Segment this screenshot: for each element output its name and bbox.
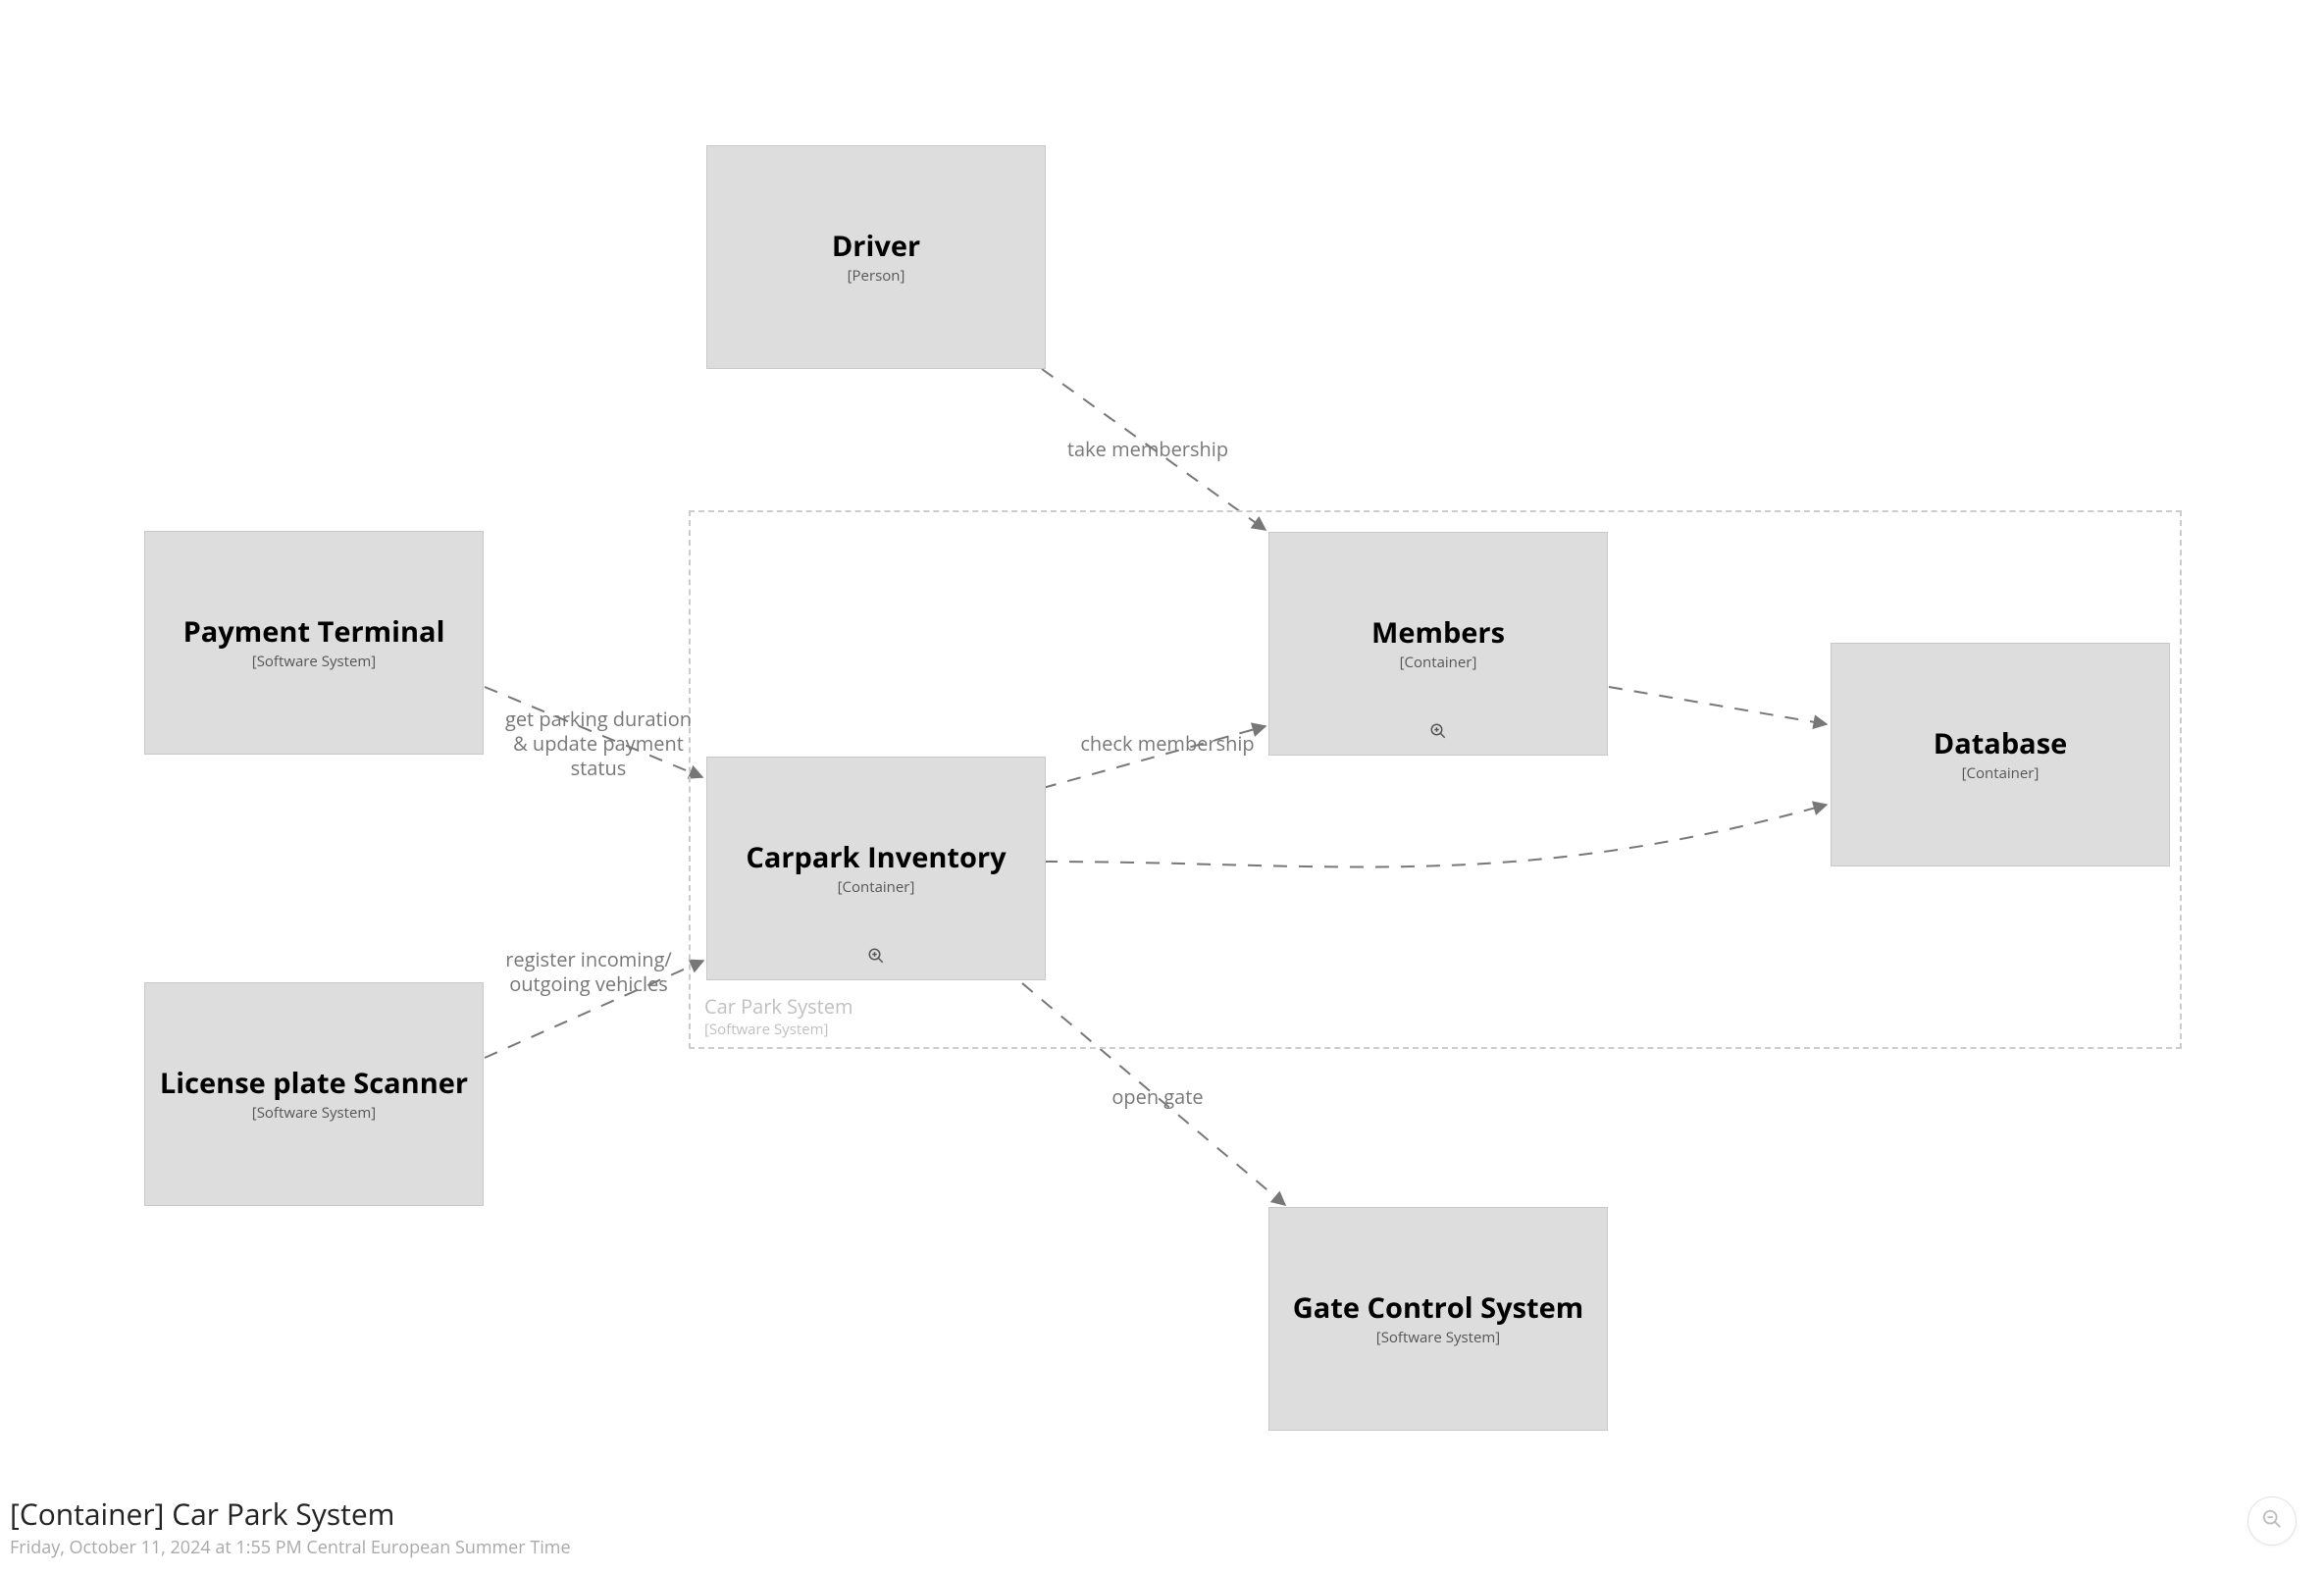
system-boundary-label: Car Park System [Software System] bbox=[704, 993, 853, 1039]
edge-label-open-gate: open gate bbox=[1059, 1084, 1256, 1109]
node-gate-stereo: [Software System] bbox=[1376, 1329, 1500, 1346]
zoom-in-icon[interactable] bbox=[867, 947, 885, 970]
zoom-out-button[interactable] bbox=[2247, 1496, 2297, 1546]
edge-label-take-membership: take membership bbox=[1030, 437, 1265, 461]
diagram-title: [Container] Car Park System bbox=[10, 1494, 571, 1534]
edge-label-scanner-inventory: register incoming/ outgoing vehicles bbox=[491, 947, 687, 996]
node-payment-stereo: [Software System] bbox=[252, 653, 376, 670]
node-inventory-title: Carpark Inventory bbox=[746, 841, 1006, 873]
node-driver-stereo: [Person] bbox=[848, 267, 905, 285]
node-scanner-title: License plate Scanner bbox=[160, 1067, 468, 1099]
node-inventory-stereo: [Container] bbox=[838, 878, 915, 896]
diagram-canvas: Car Park System [Software System] Driver… bbox=[0, 0, 2324, 1573]
diagram-timestamp: Friday, October 11, 2024 at 1:55 PM Cent… bbox=[10, 1536, 571, 1559]
zoom-out-icon bbox=[2261, 1508, 2283, 1535]
node-members-stereo: [Container] bbox=[1400, 654, 1477, 671]
node-database-stereo: [Container] bbox=[1962, 764, 2040, 782]
node-payment-terminal[interactable]: Payment Terminal [Software System] bbox=[144, 531, 484, 755]
node-database[interactable]: Database [Container] bbox=[1831, 643, 2170, 866]
node-license-scanner[interactable]: License plate Scanner [Software System] bbox=[144, 982, 484, 1206]
zoom-in-icon[interactable] bbox=[1429, 722, 1447, 745]
diagram-footer: [Container] Car Park System Friday, Octo… bbox=[10, 1494, 571, 1559]
node-scanner-stereo: [Software System] bbox=[252, 1104, 376, 1122]
node-gate-title: Gate Control System bbox=[1293, 1291, 1583, 1324]
node-carpark-inventory[interactable]: Carpark Inventory [Container] bbox=[706, 757, 1046, 980]
system-boundary-name: Car Park System bbox=[704, 993, 853, 1020]
node-driver[interactable]: Driver [Person] bbox=[706, 145, 1046, 369]
node-members[interactable]: Members [Container] bbox=[1268, 532, 1608, 756]
node-payment-title: Payment Terminal bbox=[183, 615, 445, 648]
node-members-title: Members bbox=[1371, 616, 1505, 649]
node-driver-title: Driver bbox=[832, 230, 920, 262]
edge-label-payment-inventory: get parking duration & update payment st… bbox=[500, 707, 697, 780]
system-boundary-stereo: [Software System] bbox=[704, 1020, 853, 1039]
node-database-title: Database bbox=[1934, 727, 2068, 760]
node-gate-control[interactable]: Gate Control System [Software System] bbox=[1268, 1207, 1608, 1431]
